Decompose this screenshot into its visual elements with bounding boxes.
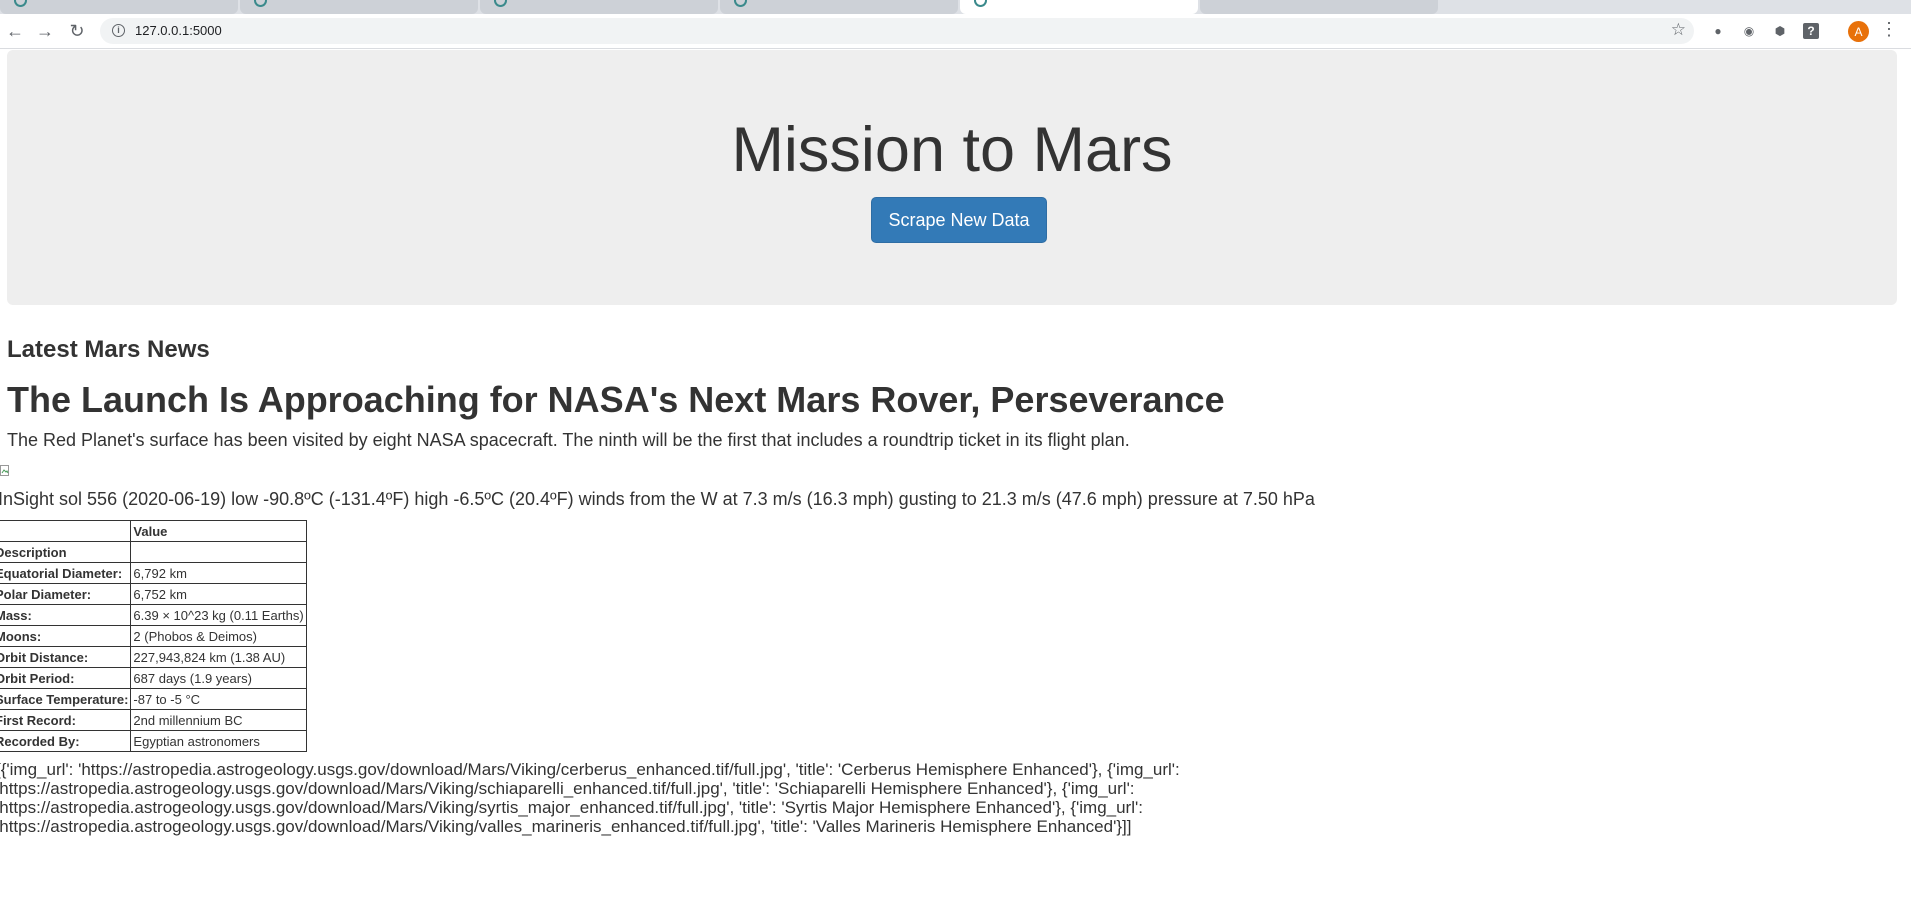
table-row-label: Equatorial Diameter: <box>0 562 132 584</box>
browser-tab[interactable] <box>1200 0 1438 14</box>
browser-tab[interactable] <box>480 0 718 14</box>
browser-tab-active[interactable] <box>960 0 1198 14</box>
table-row-label: Surface Temperature: <box>0 688 132 710</box>
table-row: Equatorial Diameter: 6,792 km <box>0 562 307 584</box>
scrape-button[interactable]: Scrape New Data <box>871 197 1047 243</box>
tab-strip <box>0 0 1911 14</box>
reload-icon[interactable]: ↻ <box>64 18 90 44</box>
table-row-label: Moons: <box>0 625 132 647</box>
table-row-label: Mass: <box>0 604 132 626</box>
tab-favicon-icon <box>14 0 27 7</box>
table-row: Polar Diameter: 6,752 km <box>0 583 307 605</box>
address-bar[interactable]: i 127.0.0.1:5000 ☆ <box>100 18 1694 44</box>
table-cell: 6,792 km <box>130 562 307 584</box>
broken-image-icon <box>0 465 9 476</box>
table-header-cell: Value <box>130 520 307 542</box>
table-cell: Egyptian astronomers <box>130 730 307 752</box>
kebab-menu-icon[interactable]: ⋮ <box>1880 19 1898 40</box>
hemispheres-text: [{'img_url': 'https://astropedia.astroge… <box>0 760 1180 836</box>
jumbotron: Mission to Mars Scrape New Data <box>7 50 1897 305</box>
forward-arrow-icon[interactable]: → <box>32 18 58 44</box>
extension-icon[interactable]: ⬢ <box>1772 23 1788 39</box>
news-section-label: Latest Mars News <box>7 336 210 363</box>
back-arrow-icon[interactable]: ← <box>2 18 28 44</box>
tab-favicon-icon <box>254 0 267 7</box>
table-row: Orbit Period: 687 days (1.9 years) <box>0 667 307 689</box>
extension-help-icon[interactable]: ? <box>1803 23 1819 39</box>
table-cell <box>130 541 307 563</box>
table-cell: 6,752 km <box>130 583 307 605</box>
table-cell: 2 (Phobos & Deimos) <box>130 625 307 647</box>
extension-icon[interactable]: ● <box>1710 23 1726 39</box>
tab-favicon-icon <box>494 0 507 7</box>
table-row-label: Polar Diameter: <box>0 583 132 605</box>
tab-favicon-icon <box>974 0 987 7</box>
table-header-cell <box>0 520 132 542</box>
table-row: First Record: 2nd millennium BC <box>0 709 307 731</box>
site-info-icon[interactable]: i <box>112 24 125 37</box>
table-row: Surface Temperature: -87 to -5 °C <box>0 688 307 710</box>
table-row: Description <box>0 541 307 563</box>
avatar[interactable]: A <box>1848 21 1869 42</box>
table-header-row: Value <box>0 520 307 542</box>
table-row: Mass: 6.39 × 10^23 kg (0.11 Earths) <box>0 604 307 626</box>
table-row-label: Orbit Period: <box>0 667 132 689</box>
mars-facts-table: Value Description Equatorial Diameter: 6,… <box>0 520 307 752</box>
table-cell: 687 days (1.9 years) <box>130 667 307 689</box>
table-cell: 6.39 × 10^23 kg (0.11 Earths) <box>130 604 307 626</box>
browser-toolbar: ← → ↻ i 127.0.0.1:5000 ☆ ● ◉ ⬢ ? A ⋮ <box>0 14 1911 49</box>
news-title: The Launch Is Approaching for NASA's Nex… <box>7 379 1225 420</box>
table-row-label: Description <box>0 541 132 563</box>
address-url[interactable]: 127.0.0.1:5000 <box>135 23 222 38</box>
news-paragraph: The Red Planet's surface has been visite… <box>7 430 1130 450</box>
page-title: Mission to Mars <box>731 115 1173 185</box>
tab-favicon-icon <box>734 0 747 7</box>
browser-tab[interactable] <box>0 0 238 14</box>
table-row-label: Orbit Distance: <box>0 646 132 668</box>
browser-tab[interactable] <box>720 0 958 14</box>
table-row: Orbit Distance: 227,943,824 km (1.38 AU) <box>0 646 307 668</box>
table-row: Moons: 2 (Phobos & Deimos) <box>0 625 307 647</box>
table-cell: -87 to -5 °C <box>130 688 307 710</box>
mars-weather: InSight sol 556 (2020-06-19) low -90.8ºC… <box>0 489 1315 509</box>
extension-icon[interactable]: ◉ <box>1741 23 1757 39</box>
table-row: Recorded By: Egyptian astronomers <box>0 730 307 752</box>
browser-tab[interactable] <box>240 0 478 14</box>
table-row-label: First Record: <box>0 709 132 731</box>
table-cell: 227,943,824 km (1.38 AU) <box>130 646 307 668</box>
table-row-label: Recorded By: <box>0 730 132 752</box>
table-cell: 2nd millennium BC <box>130 709 307 731</box>
bookmark-star-icon[interactable]: ☆ <box>1671 20 1686 40</box>
